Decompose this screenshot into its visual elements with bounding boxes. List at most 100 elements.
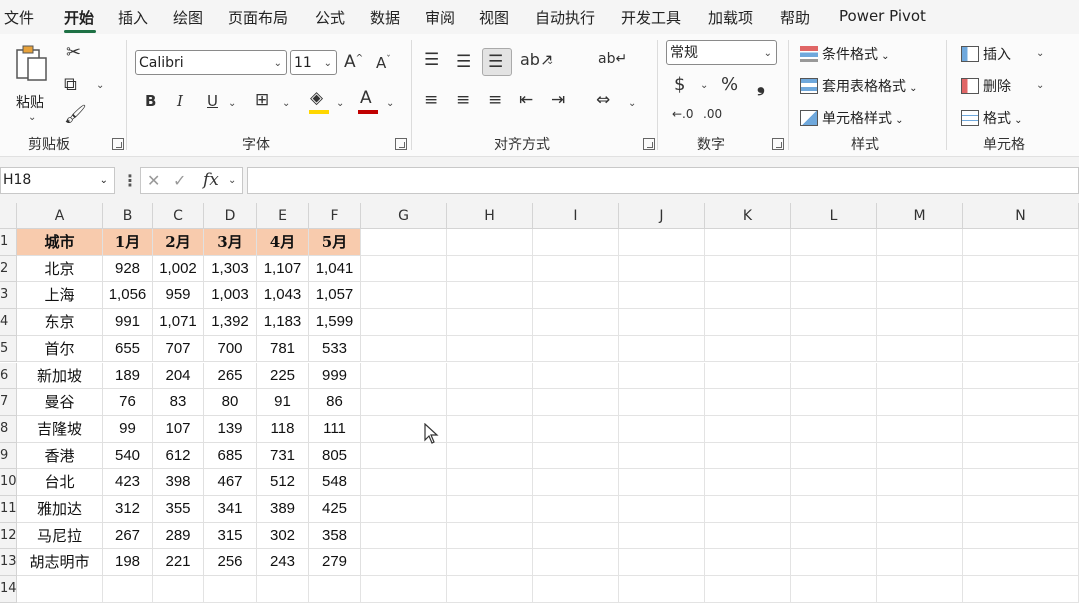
menu-tab[interactable]: 数据 bbox=[370, 7, 400, 28]
empty-cell[interactable] bbox=[791, 255, 877, 283]
menu-tab[interactable]: 开始 bbox=[64, 7, 94, 28]
decrease-decimal-icon[interactable]: .00 bbox=[703, 108, 722, 120]
header-cell[interactable]: 1月 bbox=[103, 229, 153, 256]
empty-cell[interactable] bbox=[361, 389, 447, 416]
empty-cell[interactable] bbox=[619, 442, 705, 470]
table-cell[interactable]: 76 bbox=[103, 389, 153, 416]
menu-tab[interactable]: 视图 bbox=[479, 7, 509, 28]
empty-cell[interactable] bbox=[705, 255, 791, 283]
enter-icon[interactable]: ✓ bbox=[173, 173, 186, 189]
format-painter-icon[interactable]: 🖌 bbox=[64, 106, 87, 124]
empty-cell[interactable] bbox=[447, 309, 533, 336]
table-cell[interactable]: 1,107 bbox=[257, 255, 309, 283]
empty-cell[interactable] bbox=[619, 389, 705, 416]
table-cell[interactable]: 新加坡 bbox=[17, 362, 103, 390]
table-cell[interactable]: 267 bbox=[103, 522, 153, 550]
empty-cell[interactable] bbox=[533, 522, 619, 550]
table-cell[interactable]: 东京 bbox=[17, 309, 103, 336]
empty-cell[interactable] bbox=[705, 229, 791, 256]
row-header[interactable]: 8 bbox=[0, 415, 17, 443]
row-header[interactable]: 11 bbox=[0, 496, 17, 523]
chevron-down-icon[interactable]: ⌄ bbox=[628, 98, 636, 109]
table-cell[interactable]: 612 bbox=[153, 442, 204, 470]
empty-cell[interactable] bbox=[791, 335, 877, 363]
table-cell[interactable]: 曼谷 bbox=[17, 389, 103, 416]
row-header[interactable]: 9 bbox=[0, 442, 17, 470]
table-cell[interactable]: 1,003 bbox=[204, 282, 257, 310]
column-header[interactable]: M bbox=[877, 203, 963, 229]
empty-cell[interactable] bbox=[877, 469, 963, 496]
empty-cell[interactable] bbox=[705, 549, 791, 577]
chevron-down-icon[interactable]: ⌄ bbox=[282, 98, 290, 109]
number-format-select[interactable]: 常规 ⌄ bbox=[666, 40, 777, 65]
table-cell[interactable]: 118 bbox=[257, 415, 309, 443]
empty-cell[interactable] bbox=[963, 229, 1079, 256]
cut-icon[interactable]: ✂ bbox=[66, 44, 81, 62]
empty-cell[interactable] bbox=[361, 335, 447, 363]
empty-cell[interactable] bbox=[619, 335, 705, 363]
table-cell[interactable]: 1,071 bbox=[153, 309, 204, 336]
align-center-icon[interactable]: ≡ bbox=[456, 92, 470, 109]
empty-cell[interactable] bbox=[533, 282, 619, 310]
table-cell[interactable]: 467 bbox=[204, 469, 257, 496]
conditional-format-button[interactable]: 条件格式 ⌄ bbox=[800, 44, 890, 64]
table-cell[interactable]: 83 bbox=[153, 389, 204, 416]
empty-cell[interactable] bbox=[361, 496, 447, 523]
empty-cell[interactable] bbox=[533, 255, 619, 283]
column-header[interactable]: E bbox=[257, 203, 309, 229]
empty-cell[interactable] bbox=[705, 282, 791, 310]
table-cell[interactable]: 805 bbox=[309, 442, 361, 470]
percent-button[interactable]: % bbox=[721, 76, 738, 94]
empty-cell[interactable] bbox=[963, 255, 1079, 283]
table-cell[interactable]: 1,392 bbox=[204, 309, 257, 336]
table-cell[interactable]: 707 bbox=[153, 335, 204, 363]
column-header[interactable]: F bbox=[309, 203, 361, 229]
table-cell[interactable]: 198 bbox=[103, 549, 153, 577]
empty-cell[interactable] bbox=[447, 522, 533, 550]
empty-cell[interactable] bbox=[619, 229, 705, 256]
menu-tab[interactable]: 开发工具 bbox=[621, 7, 681, 28]
comma-button[interactable]: ❟ bbox=[757, 74, 765, 94]
number-launcher-icon[interactable] bbox=[772, 138, 784, 150]
column-header[interactable]: J bbox=[619, 203, 705, 229]
table-cell[interactable]: 731 bbox=[257, 442, 309, 470]
empty-cell[interactable] bbox=[533, 415, 619, 443]
empty-cell[interactable] bbox=[963, 496, 1079, 523]
empty-cell[interactable] bbox=[705, 415, 791, 443]
table-cell[interactable]: 139 bbox=[204, 415, 257, 443]
table-cell[interactable]: 1,041 bbox=[309, 255, 361, 283]
empty-cell[interactable] bbox=[361, 522, 447, 550]
table-cell[interactable]: 991 bbox=[103, 309, 153, 336]
empty-cell[interactable] bbox=[963, 362, 1079, 390]
insert-function-button[interactable]: fx bbox=[203, 172, 219, 189]
delete-button[interactable]: 删除 bbox=[961, 76, 1011, 96]
table-cell[interactable]: 540 bbox=[103, 442, 153, 470]
table-cell[interactable]: 685 bbox=[204, 442, 257, 470]
empty-cell[interactable] bbox=[619, 549, 705, 577]
empty-cell[interactable] bbox=[791, 442, 877, 470]
table-cell[interactable]: 265 bbox=[204, 362, 257, 390]
empty-cell[interactable] bbox=[533, 229, 619, 256]
table-cell[interactable]: 256 bbox=[204, 549, 257, 577]
row-header[interactable]: 3 bbox=[0, 282, 17, 310]
wrap-text-icon[interactable]: ab↵ bbox=[598, 52, 627, 66]
table-cell[interactable]: 胡志明市 bbox=[17, 549, 103, 577]
formula-input[interactable] bbox=[247, 167, 1079, 194]
empty-cell[interactable] bbox=[533, 469, 619, 496]
row-header[interactable]: 4 bbox=[0, 309, 17, 336]
empty-cell[interactable] bbox=[533, 549, 619, 577]
decrease-indent-icon[interactable]: ⇤ bbox=[519, 92, 533, 109]
empty-cell[interactable] bbox=[447, 282, 533, 310]
increase-decimal-icon[interactable]: ←.0 bbox=[672, 108, 694, 120]
empty-cell[interactable] bbox=[619, 255, 705, 283]
select-all-corner[interactable] bbox=[0, 203, 17, 229]
row-header[interactable]: 5 bbox=[0, 335, 17, 363]
row-header[interactable]: 2 bbox=[0, 255, 17, 283]
formula-bar-menu-icon[interactable]: ⋮ bbox=[122, 171, 138, 190]
underline-button[interactable]: U bbox=[207, 94, 218, 109]
border-icon[interactable]: ⊞ bbox=[255, 92, 269, 109]
table-cell[interactable]: 雅加达 bbox=[17, 496, 103, 523]
column-header[interactable]: I bbox=[533, 203, 619, 229]
row-header[interactable]: 7 bbox=[0, 389, 17, 416]
table-cell[interactable]: 928 bbox=[103, 255, 153, 283]
